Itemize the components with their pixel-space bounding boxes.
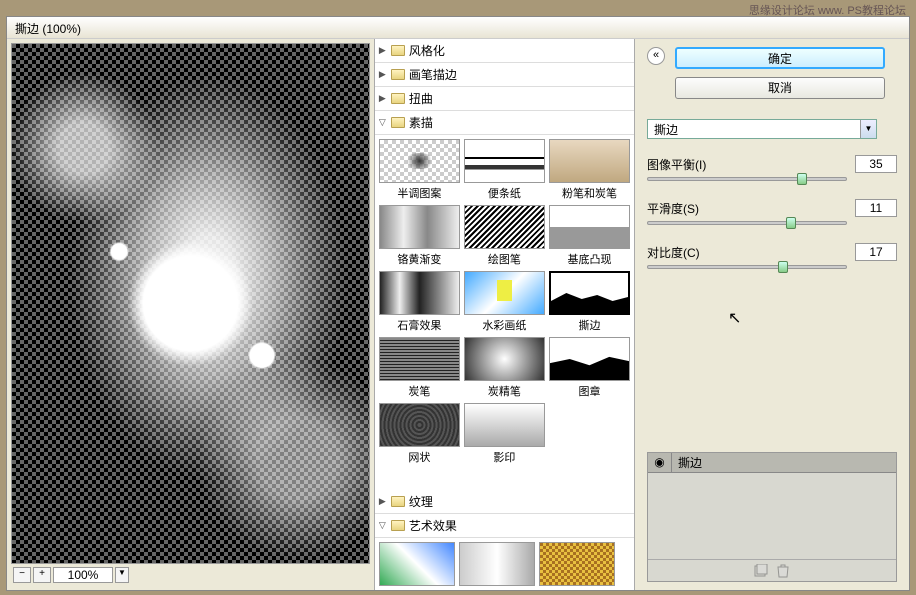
category-label: 画笔描边	[409, 66, 457, 83]
watermark-text: 思缘设计论坛 www. PS教程论坛	[749, 2, 906, 18]
folder-icon	[391, 117, 405, 128]
zoom-in-button[interactable]: +	[33, 567, 51, 583]
filter-select-value: 撕边	[648, 121, 860, 138]
category-label: 扭曲	[409, 90, 433, 107]
filter-thumb[interactable]: 炭精笔	[464, 337, 545, 399]
filter-gallery-dialog: 撕边 (100%) − + 100% ▼ ▶ 风格化 ▶ 画	[6, 16, 910, 591]
filter-thumb[interactable]: 图章	[549, 337, 630, 399]
artistic-thumb[interactable]	[379, 542, 455, 586]
artistic-thumb[interactable]	[459, 542, 535, 586]
slider-image-balance: 图像平衡(I) 35	[647, 155, 897, 181]
collapse-icon: ▽	[379, 117, 391, 128]
collapse-icon: ▽	[379, 520, 391, 531]
category-sketch[interactable]: ▽ 素描	[375, 111, 634, 135]
slider-label: 平滑度(S)	[647, 200, 699, 217]
zoom-out-button[interactable]: −	[13, 567, 31, 583]
preview-noise	[12, 44, 369, 563]
folder-icon	[391, 496, 405, 507]
layers-body	[648, 473, 896, 559]
thumb-grid: 半调图案 便条纸 粉笔和炭笔 铬黄渐变 绘图笔 基底凸现 石膏效果 水彩画纸 撕…	[379, 139, 630, 465]
filter-thumb[interactable]: 铬黄渐变	[379, 205, 460, 267]
preview-pane: − + 100% ▼	[7, 39, 374, 590]
preview-image[interactable]	[11, 43, 370, 564]
chevron-down-icon: ▼	[860, 120, 876, 138]
slider-value-input[interactable]: 35	[855, 155, 897, 173]
collapse-gallery-button[interactable]: «	[647, 47, 665, 65]
settings-pane: « 确定 取消 撕边 ▼ 图像平衡(I) 35	[635, 39, 909, 590]
artistic-thumb[interactable]	[539, 542, 615, 586]
dialog-content: − + 100% ▼ ▶ 风格化 ▶ 画笔描边 ▶ 扭曲	[7, 39, 909, 590]
thumbnails-area: 半调图案 便条纸 粉笔和炭笔 铬黄渐变 绘图笔 基底凸现 石膏效果 水彩画纸 撕…	[375, 135, 634, 490]
trash-icon[interactable]	[775, 564, 791, 578]
expand-icon: ▶	[379, 69, 391, 80]
category-brush[interactable]: ▶ 画笔描边	[375, 63, 634, 87]
layer-name: 撕边	[672, 454, 708, 471]
filter-thumb[interactable]: 石膏效果	[379, 271, 460, 333]
folder-icon	[391, 93, 405, 104]
filter-thumb-selected[interactable]: 撕边	[549, 271, 630, 333]
folder-icon	[391, 69, 405, 80]
effect-layers-panel: ◉ 撕边	[647, 452, 897, 582]
slider-track[interactable]	[647, 265, 847, 269]
slider-thumb[interactable]	[786, 217, 796, 229]
filter-thumb[interactable]: 粉笔和炭笔	[549, 139, 630, 201]
cancel-button[interactable]: 取消	[675, 77, 885, 99]
slider-value-input[interactable]: 17	[855, 243, 897, 261]
ok-button[interactable]: 确定	[675, 47, 885, 69]
filter-gallery-pane: ▶ 风格化 ▶ 画笔描边 ▶ 扭曲 ▽ 素描 半调图案	[374, 39, 635, 590]
category-texture[interactable]: ▶ 纹理	[375, 490, 634, 514]
category-label: 纹理	[409, 493, 433, 510]
cursor-icon: ↖	[728, 308, 741, 328]
slider-value-input[interactable]: 11	[855, 199, 897, 217]
zoom-bar: − + 100% ▼	[11, 564, 370, 586]
category-label: 风格化	[409, 42, 445, 59]
visibility-eye-icon[interactable]: ◉	[648, 453, 672, 472]
category-stylize[interactable]: ▶ 风格化	[375, 39, 634, 63]
zoom-value[interactable]: 100%	[53, 567, 113, 583]
filter-select-dropdown[interactable]: 撕边 ▼	[647, 119, 877, 139]
filter-thumb[interactable]: 半调图案	[379, 139, 460, 201]
slider-track[interactable]	[647, 177, 847, 181]
expand-icon: ▶	[379, 93, 391, 104]
slider-contrast: 对比度(C) 17	[647, 243, 897, 269]
category-artistic[interactable]: ▽ 艺术效果	[375, 514, 634, 538]
folder-icon	[391, 45, 405, 56]
slider-thumb[interactable]	[778, 261, 788, 273]
filter-thumb[interactable]: 炭笔	[379, 337, 460, 399]
filter-thumb[interactable]: 影印	[464, 403, 545, 465]
category-label: 素描	[409, 114, 433, 131]
filter-thumb[interactable]: 绘图笔	[464, 205, 545, 267]
slider-label: 对比度(C)	[647, 244, 700, 261]
slider-label: 图像平衡(I)	[647, 156, 706, 173]
category-distort[interactable]: ▶ 扭曲	[375, 87, 634, 111]
filter-thumb[interactable]: 基底凸现	[549, 205, 630, 267]
new-layer-icon[interactable]	[753, 564, 769, 578]
expand-icon: ▶	[379, 45, 391, 56]
filter-thumb[interactable]: 便条纸	[464, 139, 545, 201]
title-bar: 撕边 (100%)	[7, 17, 909, 39]
effect-layer-row[interactable]: ◉ 撕边	[648, 453, 896, 473]
zoom-dropdown-icon[interactable]: ▼	[115, 567, 129, 583]
filter-thumb[interactable]: 水彩画纸	[464, 271, 545, 333]
expand-icon: ▶	[379, 496, 391, 507]
folder-icon	[391, 520, 405, 531]
category-label: 艺术效果	[409, 517, 457, 534]
slider-track[interactable]	[647, 221, 847, 225]
filter-thumb[interactable]: 网状	[379, 403, 460, 465]
slider-thumb[interactable]	[797, 173, 807, 185]
slider-smoothness: 平滑度(S) 11	[647, 199, 897, 225]
layer-tools	[648, 559, 896, 581]
